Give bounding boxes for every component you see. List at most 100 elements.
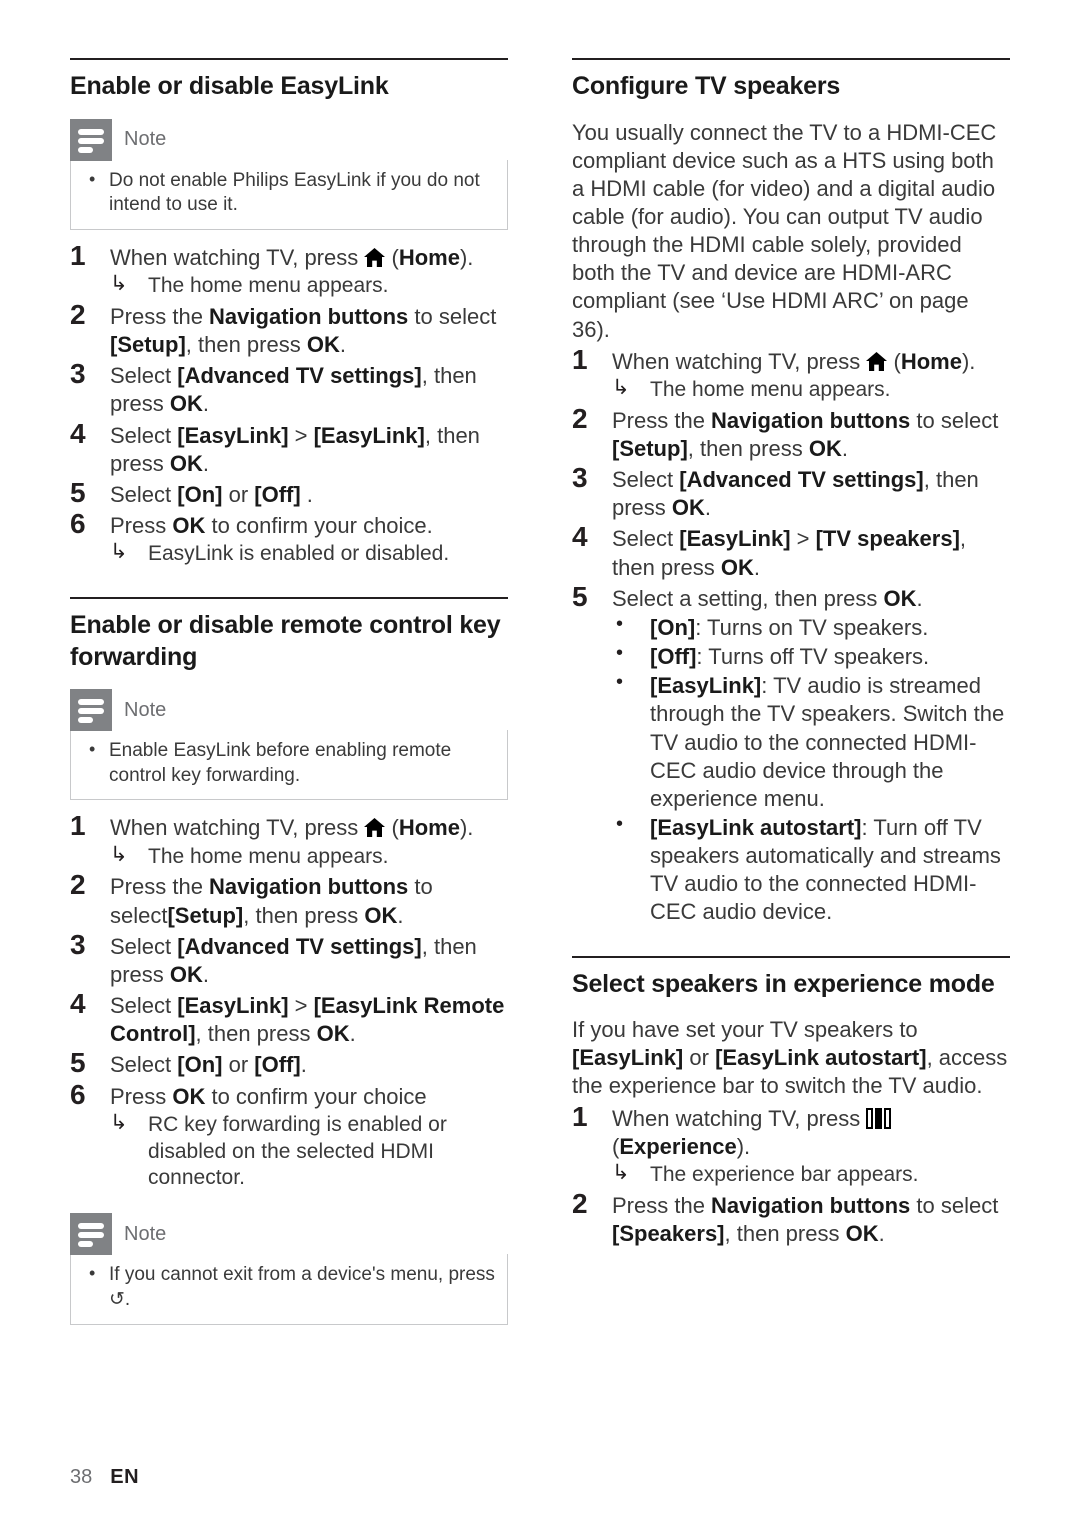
step-item: 6 Press OK to confirm your choice RC key… [70, 1079, 508, 1193]
step-number: 1 [572, 343, 588, 375]
section-rule [572, 58, 1010, 60]
option-desc: : Turns off TV speakers. [696, 644, 930, 670]
note-box: Note Do not enable Philips EasyLink if y… [70, 118, 508, 230]
step-number: 4 [70, 988, 86, 1020]
step-number: 1 [70, 239, 86, 271]
step-item: 2 Press the Navigation buttons to select… [70, 299, 508, 359]
step-list: 1 When watching TV, press (Home). The ho… [572, 344, 1010, 927]
step-item: 4 Select [EasyLink] > [EasyLink Remote C… [70, 988, 508, 1048]
step-item: 2 Press the Navigation buttons to select… [572, 1188, 1010, 1248]
step-text: When watching TV, press (Home). [110, 244, 474, 270]
note-icon [70, 118, 112, 161]
option-label: [EasyLink autostart] [650, 814, 862, 840]
step-number: 2 [70, 869, 86, 901]
step-number: 5 [70, 1047, 86, 1079]
step-text: Press the Navigation buttons to select[S… [110, 874, 433, 928]
step-number: 3 [70, 928, 86, 960]
step-text: Select [On] or [Off] . [110, 481, 313, 507]
step-text: When watching TV, press (Home). [612, 348, 976, 374]
step-number: 1 [572, 1100, 588, 1132]
step-item: 1 When watching TV, press (Experience). … [572, 1101, 1010, 1189]
step-result: EasyLink is enabled or disabled. [110, 539, 508, 568]
step-result: RC key forwarding is enabled or disabled… [110, 1110, 508, 1193]
step-number: 1 [70, 810, 86, 842]
step-item: 6 Press OK to confirm your choice. EasyL… [70, 508, 508, 568]
note-icon [70, 689, 112, 732]
section-rule [572, 955, 1010, 958]
note-label: Note [124, 1222, 167, 1245]
note-bullet: Do not enable Philips EasyLink if you do… [83, 167, 495, 218]
page-title: Configure TV speakers [572, 72, 841, 100]
setting-options-list: [On]: Turns on TV speakers. [Off]: Turns… [612, 612, 1010, 927]
step-text: Press OK to confirm your choice [110, 1083, 427, 1109]
step-text: Select [EasyLink] > [EasyLink Remote Con… [110, 993, 505, 1047]
note-box: Note If you cannot exit from a device's … [70, 1213, 508, 1325]
step-list: 1 When watching TV, press (Experience). … [572, 1101, 1010, 1249]
step-item: 1 When watching TV, press (Home). The ho… [70, 810, 508, 871]
step-number: 4 [572, 521, 588, 553]
note-body: Do not enable Philips EasyLink if you do… [70, 159, 508, 230]
option-label: [EasyLink] [650, 673, 762, 699]
note-box: Note Enable EasyLink before enabling rem… [70, 689, 508, 801]
step-result: The home menu appears. [612, 375, 1010, 404]
right-column: Configure TV speakers You usually connec… [572, 58, 1010, 1251]
step-item: 1 When watching TV, press (Home). The ho… [70, 240, 508, 300]
section-paragraph: You usually connect the TV to a HDMI-CEC… [572, 119, 997, 342]
step-number: 2 [70, 298, 86, 330]
step-list: 1 When watching TV, press (Home). The ho… [70, 240, 508, 568]
step-item: 3 Select [Advanced TV settings], then pr… [572, 462, 1010, 522]
step-list: 1 When watching TV, press (Home). The ho… [70, 810, 508, 1193]
step-text: Press the Navigation buttons to select [… [612, 1192, 999, 1246]
section-enable-disable-easylink: Enable or disable EasyLink Note Do not e… [70, 58, 508, 568]
step-text: Press the Navigation buttons to select [… [110, 303, 497, 358]
list-item: [Off]: Turns off TV speakers. [612, 641, 1010, 671]
list-item: [EasyLink autostart]: Turn off TV speake… [612, 812, 1010, 927]
step-item: 3 Select [Advanced TV settings], then pr… [70, 358, 508, 418]
step-text: Select a setting, then press OK. [612, 585, 923, 611]
section-rule [70, 58, 508, 60]
note-bullet: Enable EasyLink before enabling remote c… [83, 738, 495, 788]
footer-language: EN [110, 1466, 140, 1488]
step-result: The home menu appears. [110, 842, 508, 871]
note-body: Enable EasyLink before enabling remote c… [70, 730, 508, 801]
step-number: 6 [70, 1078, 86, 1110]
step-number: 5 [70, 476, 86, 508]
step-text: Select [Advanced TV settings], then pres… [110, 363, 477, 417]
step-item: 4 Select [EasyLink] > [EasyLink], then p… [70, 418, 508, 478]
home-icon [364, 247, 386, 267]
step-text: Select [Advanced TV settings], then pres… [612, 467, 979, 521]
note-icon [70, 1213, 112, 1256]
page-footer: 38 EN [70, 1466, 139, 1489]
note-body: If you cannot exit from a device's menu,… [70, 1254, 508, 1325]
option-desc: : Turns on TV speakers. [695, 614, 929, 640]
step-item: 5 Select a setting, then press OK. [On]:… [572, 581, 1010, 927]
step-item: 5 Select [On] or [Off]. [70, 1047, 508, 1079]
note-tab: Note [70, 1213, 508, 1256]
step-text: When watching TV, press (Experience). [612, 1105, 1010, 1161]
step-text: Select [Advanced TV settings], then pres… [110, 933, 477, 987]
step-item: 1 When watching TV, press (Home). The ho… [572, 344, 1010, 404]
option-label: [On] [650, 614, 696, 640]
step-item: 3 Select [Advanced TV settings], then pr… [70, 929, 508, 989]
step-item: 4 Select [EasyLink] > [TV speakers], the… [572, 521, 1010, 581]
list-item: [On]: Turns on TV speakers. [612, 612, 1010, 642]
step-number: 5 [572, 580, 588, 612]
step-text: Select [EasyLink] > [EasyLink], then pre… [110, 422, 480, 476]
section-configure-tv-speakers: Configure TV speakers You usually connec… [572, 58, 1010, 927]
step-number: 6 [70, 508, 86, 539]
footer-page-number: 38 [70, 1466, 93, 1488]
experience-icon [866, 1107, 892, 1129]
note-label: Note [124, 128, 167, 150]
note-label: Note [124, 698, 167, 721]
section-select-speakers-experience-mode: Select speakers in experience mode If yo… [572, 955, 1010, 1249]
step-text: Select [EasyLink] > [TV speakers], then … [612, 526, 967, 580]
page-title: Enable or disable remote control key for… [70, 611, 501, 671]
note-tab: Note [70, 118, 508, 161]
option-label: [Off] [650, 644, 697, 670]
home-icon [866, 351, 888, 371]
step-number: 2 [572, 402, 588, 434]
note-bullet: If you cannot exit from a device's menu,… [83, 1262, 495, 1312]
manual-page: Enable or disable EasyLink Note Do not e… [0, 0, 1080, 1527]
step-number: 4 [70, 417, 86, 449]
section-rule [70, 597, 508, 600]
